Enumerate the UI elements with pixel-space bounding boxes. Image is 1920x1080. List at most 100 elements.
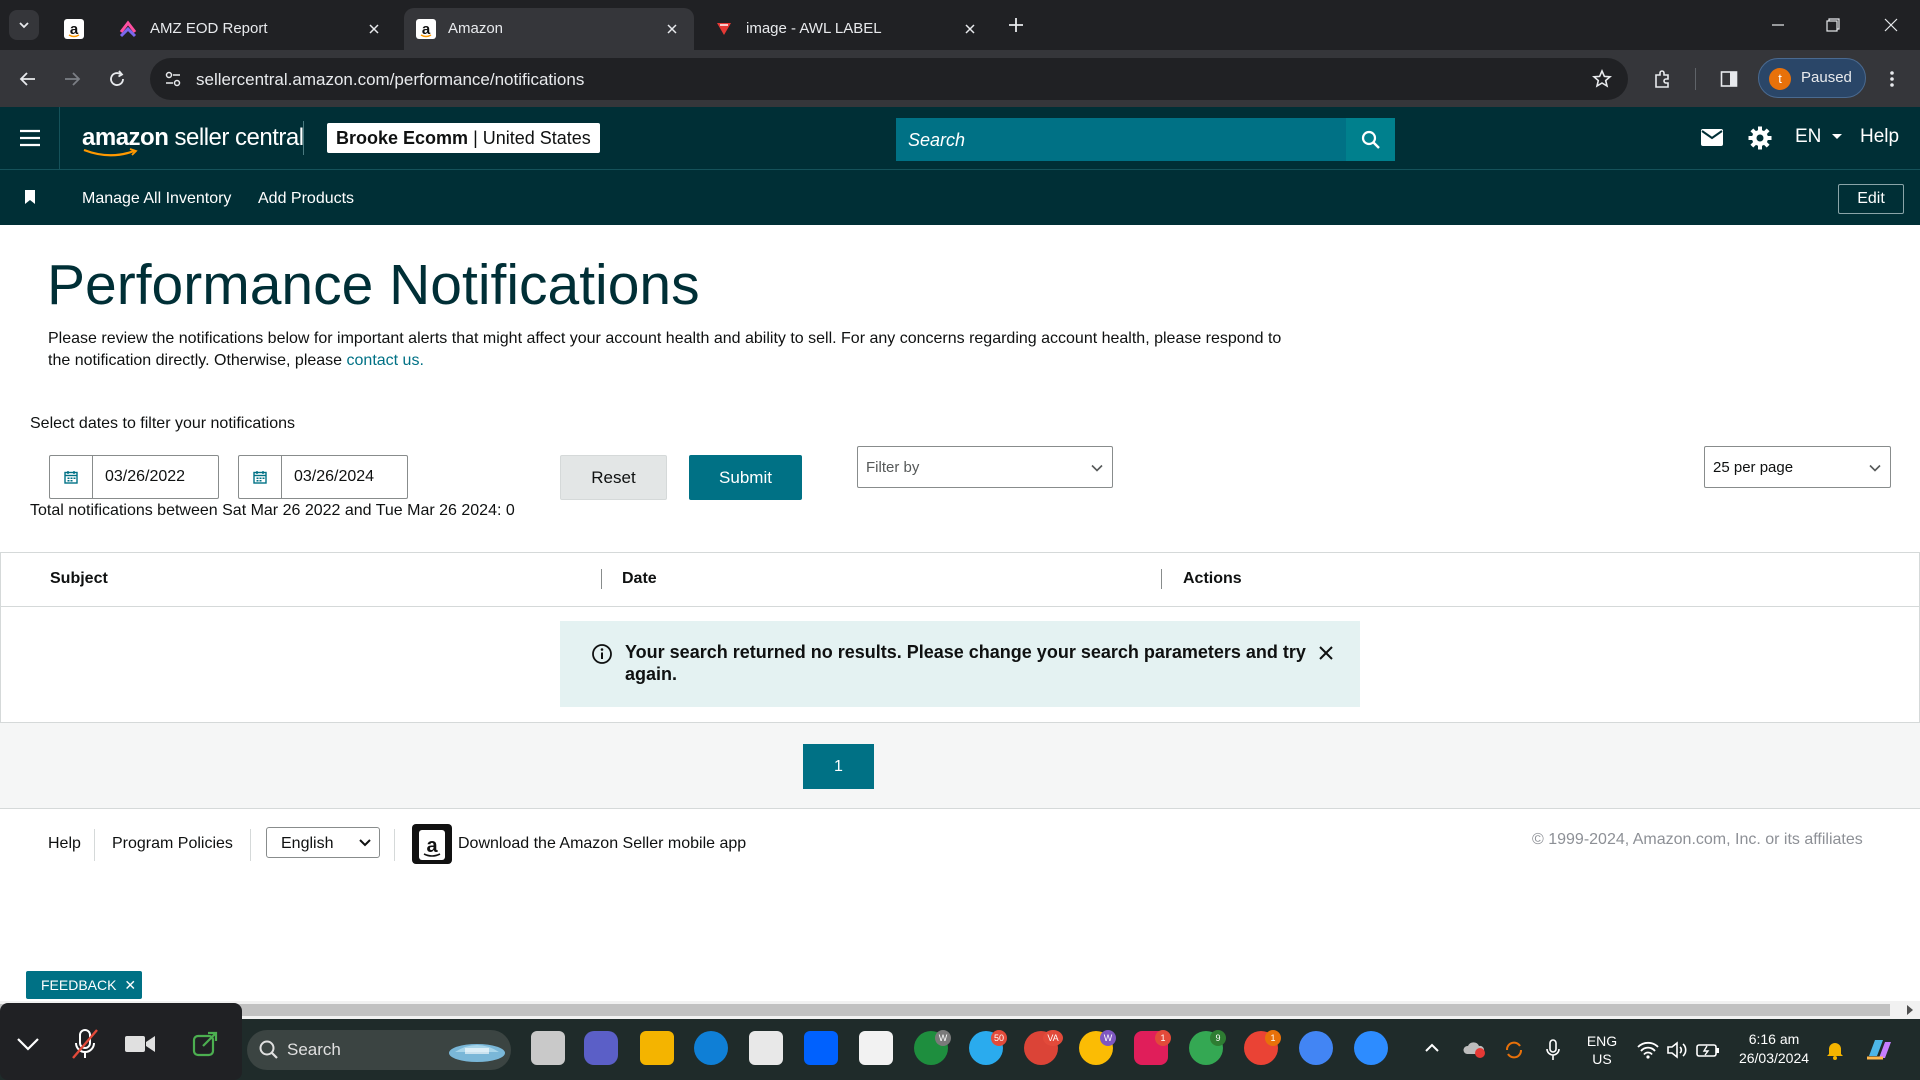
per-page-value: 25 per page [1713,459,1794,476]
gear-icon[interactable] [1748,126,1772,150]
clock[interactable]: 6:16 am 26/03/2024 [1724,1030,1824,1068]
scrollbar-thumb[interactable] [0,1004,1890,1016]
page-button-1[interactable]: 1 [803,744,874,789]
amazon-app-icon[interactable] [859,1031,893,1065]
back-button[interactable] [13,64,43,94]
side-panel-icon [1720,71,1738,87]
dropbox-icon[interactable] [804,1031,838,1065]
browser-toolbar: sellercentral.amazon.com/performance/not… [0,50,1920,107]
browser-menu-button[interactable] [1877,64,1907,94]
end-date-picker[interactable]: 03/26/2024 [238,455,408,499]
microphone-muted-icon[interactable] [70,1027,100,1061]
camera-icon[interactable] [124,1033,156,1055]
account-switcher[interactable]: Brooke Ecomm | United States [327,123,600,153]
tab-awl-label[interactable]: image - AWL LABEL [702,8,992,50]
end-date-value: 03/26/2024 [294,468,375,485]
calendar-icon[interactable] [239,456,282,498]
scroll-right-icon[interactable] [1906,1005,1914,1015]
onedrive-error-icon[interactable] [1462,1040,1486,1058]
zoom-icon[interactable] [1354,1031,1388,1065]
microphone-icon[interactable] [1545,1038,1561,1062]
search-icon [259,1040,279,1060]
amazon-seller-app-icon[interactable]: a [412,824,452,864]
copilot-icon[interactable] [1865,1036,1893,1062]
chevron-down-icon[interactable] [16,1036,40,1052]
extensions-button[interactable] [1648,64,1678,94]
reload-button[interactable] [102,64,132,94]
mail-icon[interactable] [1701,129,1723,146]
feedback-button[interactable]: FEEDBACK ✕ [26,971,142,999]
filter-by-select[interactable]: Filter by [857,446,1113,488]
per-page-select[interactable]: 25 per page [1704,446,1891,488]
battery-icon[interactable] [1696,1042,1720,1058]
language-indicator[interactable]: ENG US [1582,1032,1622,1068]
forward-button[interactable] [57,64,87,94]
calendar-icon[interactable] [50,456,93,498]
new-tab-button[interactable] [998,10,1034,40]
wifi-icon[interactable] [1637,1041,1659,1059]
tab-amazon-pinned[interactable]: a [52,8,96,50]
teams-icon[interactable] [584,1031,618,1065]
tab-amazon[interactable]: a Amazon [404,8,694,50]
file-explorer-icon[interactable] [640,1031,674,1065]
reset-button[interactable]: Reset [560,455,667,500]
restore-button[interactable] [1813,10,1853,40]
close-icon[interactable]: ✕ [124,977,136,993]
horizontal-scrollbar[interactable] [0,1001,1920,1019]
share-screen-icon[interactable] [192,1031,218,1057]
task-view-icon[interactable] [531,1031,565,1065]
taskbar-badge: 1 [1155,1030,1171,1046]
taskbar-search[interactable]: Search [247,1030,511,1070]
puzzle-icon [1655,70,1669,88]
profile-status: Paused [1801,69,1852,86]
tab-amz-eod-report[interactable]: AMZ EOD Report [106,8,396,50]
footer-help-link[interactable]: Help [48,835,81,853]
page-footer [0,810,1920,910]
close-icon[interactable] [960,19,980,39]
star-icon[interactable] [1592,69,1612,89]
contact-us-link[interactable]: contact us. [347,352,424,369]
chrome-profile-icon[interactable] [1299,1031,1333,1065]
language-code: EN [1795,126,1822,147]
download-seller-app-link[interactable]: Download the Amazon Seller mobile app [458,835,746,853]
microsoft-store-icon[interactable] [749,1031,783,1065]
reload-icon [110,70,124,86]
search-placeholder: Search [908,130,966,150]
filter-by-value: Filter by [866,459,920,476]
edit-nav-button[interactable]: Edit [1838,184,1904,214]
nav-link-manage-inventory[interactable]: Manage All Inventory [82,190,231,208]
help-link[interactable]: Help [1860,126,1899,148]
hamburger-menu-icon[interactable] [19,129,41,147]
edge-icon[interactable] [694,1031,728,1065]
minimize-button[interactable] [1758,10,1798,40]
sync-icon[interactable] [1503,1039,1525,1061]
close-window-button[interactable] [1871,10,1911,40]
no-results-message: Your search returned no results. Please … [625,642,1306,684]
close-icon[interactable] [364,19,384,39]
close-alert-button[interactable] [1318,645,1334,661]
search-button[interactable] [1346,118,1395,161]
start-date-picker[interactable]: 03/26/2022 [49,455,219,499]
site-settings-icon[interactable] [164,70,182,88]
profile-button[interactable]: t Paused [1758,58,1866,98]
volume-icon[interactable] [1666,1041,1688,1059]
amazon-icon: a [64,19,84,39]
submit-button[interactable]: Submit [689,455,802,500]
tab-search-button[interactable] [9,10,39,40]
footer-language-select[interactable]: English [266,827,380,858]
notification-bell-icon[interactable] [1826,1040,1844,1060]
side-panel-button[interactable] [1714,64,1744,94]
close-icon [1884,18,1898,32]
search-input[interactable]: Search [896,118,1346,161]
bookmark-icon[interactable] [25,190,35,204]
chevron-up-icon[interactable] [1424,1043,1440,1053]
amazon-seller-central-logo[interactable]: amazon seller central [82,124,305,157]
footer-program-policies-link[interactable]: Program Policies [112,835,233,853]
language-selector[interactable]: EN [1795,126,1843,148]
nav-link-add-products[interactable]: Add Products [258,190,354,208]
address-bar[interactable]: sellercentral.amazon.com/performance/not… [150,58,1628,100]
column-header-date[interactable]: Date [622,570,657,588]
logo-suffix: seller central [168,124,305,151]
close-icon[interactable] [662,19,682,39]
column-header-subject[interactable]: Subject [50,570,108,588]
